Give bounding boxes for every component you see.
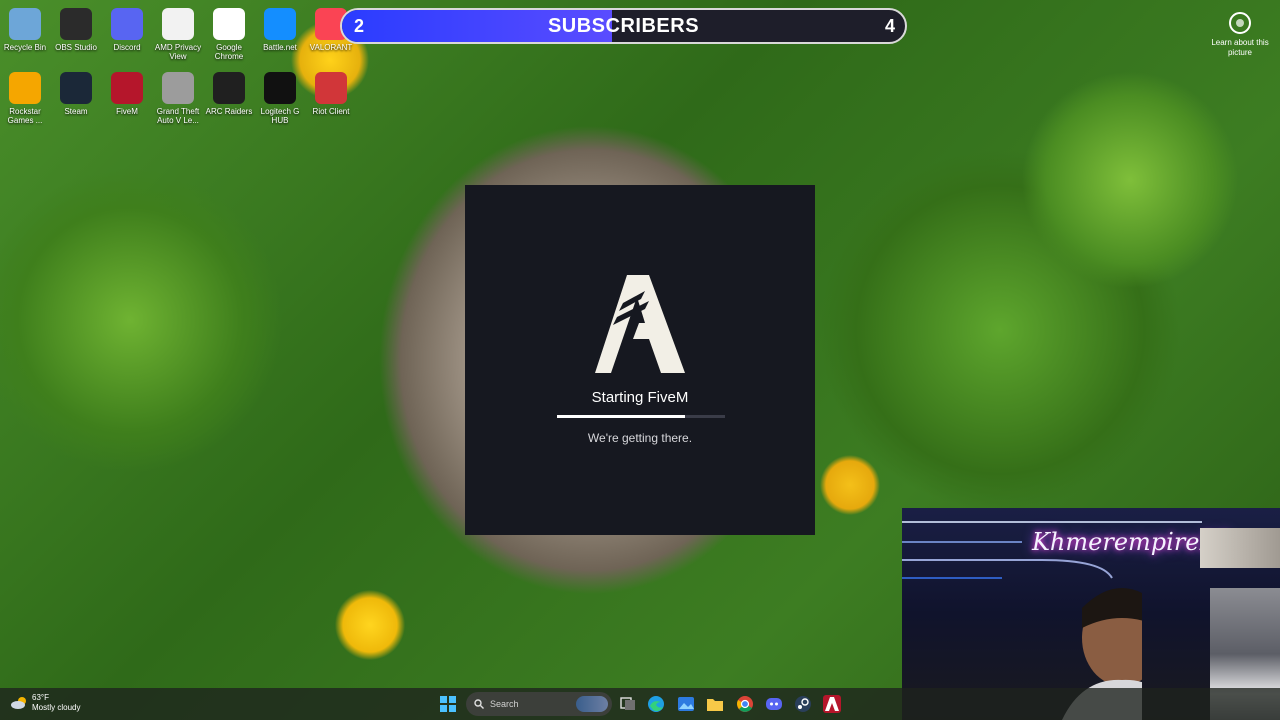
task-view-icon: [620, 697, 635, 710]
desktop-icon[interactable]: OBS Studio: [51, 4, 101, 52]
desktop-icon-label: Riot Client: [312, 107, 350, 116]
task-view-button[interactable]: [618, 694, 638, 714]
splash-title: Starting FiveM: [591, 389, 689, 406]
taskbar-discord[interactable]: [764, 694, 784, 714]
taskbar-search-box[interactable]: Search: [466, 692, 612, 716]
logitech-icon: [264, 72, 296, 104]
weather-description: Mostly cloudy: [32, 703, 81, 712]
desktop-icon[interactable]: Steam: [51, 68, 101, 116]
splash-status-text: We're getting there.: [587, 431, 693, 445]
weather-widget[interactable]: 63°F Mostly cloudy: [10, 693, 80, 713]
discord-icon: [766, 698, 782, 710]
desktop-icon-label: Discord: [113, 43, 141, 52]
desktop-icon[interactable]: Google Chrome: [204, 4, 254, 61]
weather-temperature: 63°F: [32, 693, 49, 702]
desktop-icon[interactable]: Grand Theft Auto V Le...: [153, 68, 203, 125]
arc-raiders-icon: [213, 72, 245, 104]
desktop-icon[interactable]: Recycle Bin: [0, 4, 50, 52]
recycle-bin-icon: [9, 8, 41, 40]
desktop-icon[interactable]: Discord: [102, 4, 152, 52]
camera-icon: [1229, 12, 1251, 34]
desktop-icon[interactable]: ARC Raiders: [204, 68, 254, 116]
search-placeholder: Search: [490, 699, 519, 709]
desktop-icon-label: FiveM: [116, 107, 138, 116]
folder-icon: [707, 699, 723, 711]
start-button[interactable]: [438, 694, 458, 714]
desktop-icon-label: Google Chrome: [214, 43, 244, 61]
rockstar-icon: [9, 72, 41, 104]
wallpaper-info[interactable]: Learn about this picture: [1210, 12, 1270, 58]
desktop-icon[interactable]: Logitech G HUB: [255, 68, 305, 125]
desktop-icon[interactable]: AMD Privacy View: [153, 4, 203, 61]
subscriber-goal-bar: SUBSCRIBERS 2 4: [340, 8, 907, 44]
steam-icon: [795, 696, 811, 712]
desktop-icon-label: Grand Theft Auto V Le...: [156, 107, 200, 125]
taskbar-steam[interactable]: [793, 694, 813, 714]
splash-progress-fill: [557, 415, 685, 418]
chrome-icon: [737, 696, 753, 712]
gta-icon: [162, 72, 194, 104]
photos-icon: [678, 697, 694, 711]
desktop-icon-label: AMD Privacy View: [154, 43, 202, 61]
subscriber-goal-count: 4: [884, 16, 895, 36]
search-highlight-image: [576, 696, 608, 712]
obs-icon: [60, 8, 92, 40]
taskbar-edge[interactable]: [646, 694, 666, 714]
desktop-icon-label: Logitech G HUB: [260, 107, 300, 125]
desktop-icon-label: ARC Raiders: [205, 107, 253, 116]
fivem-icon: [111, 72, 143, 104]
desktop-icon-label: Battle.net: [263, 43, 297, 52]
riot-icon: [315, 72, 347, 104]
wallpaper-credit-label: Learn about this picture: [1211, 38, 1269, 57]
taskbar-photos[interactable]: [676, 694, 696, 714]
desktop-icon[interactable]: FiveM: [102, 68, 152, 116]
edge-icon: [648, 696, 664, 712]
battlenet-icon: [264, 8, 296, 40]
desktop-icon-label: Rockstar Games ...: [7, 107, 43, 125]
taskbar: 63°F Mostly cloudy Search: [0, 688, 1280, 720]
subscriber-current-count: 2: [354, 16, 365, 36]
subscriber-goal-title: SUBSCRIBERS: [547, 15, 700, 37]
desktop-icon-label: Recycle Bin: [3, 43, 47, 52]
taskbar-file-explorer[interactable]: [705, 694, 725, 714]
desktop-icon[interactable]: Rockstar Games ...: [0, 68, 50, 125]
fivem-splash-window: Starting FiveM We're getting there.: [465, 185, 815, 535]
chrome-icon: [213, 8, 245, 40]
weather-cloud-icon: [11, 697, 26, 709]
desktop-icon-label: OBS Studio: [55, 43, 97, 52]
splash-progress-bar: [557, 415, 725, 418]
desktop-icon-label: VALORANT: [309, 43, 353, 52]
desktop-icon[interactable]: Battle.net: [255, 4, 305, 52]
discord-icon: [111, 8, 143, 40]
wall-posters: [1200, 528, 1280, 568]
fivem-logo-icon: [595, 275, 685, 373]
taskbar-fivem[interactable]: [822, 694, 842, 714]
fivem-icon: [823, 695, 841, 713]
amd-eye-icon: [162, 8, 194, 40]
steam-icon: [60, 72, 92, 104]
desktop-icon[interactable]: Riot Client: [306, 68, 356, 116]
taskbar-chrome[interactable]: [735, 694, 755, 714]
windows-start-icon: [440, 696, 456, 712]
desktop-icon-label: Steam: [64, 107, 88, 116]
search-icon: [474, 699, 484, 709]
